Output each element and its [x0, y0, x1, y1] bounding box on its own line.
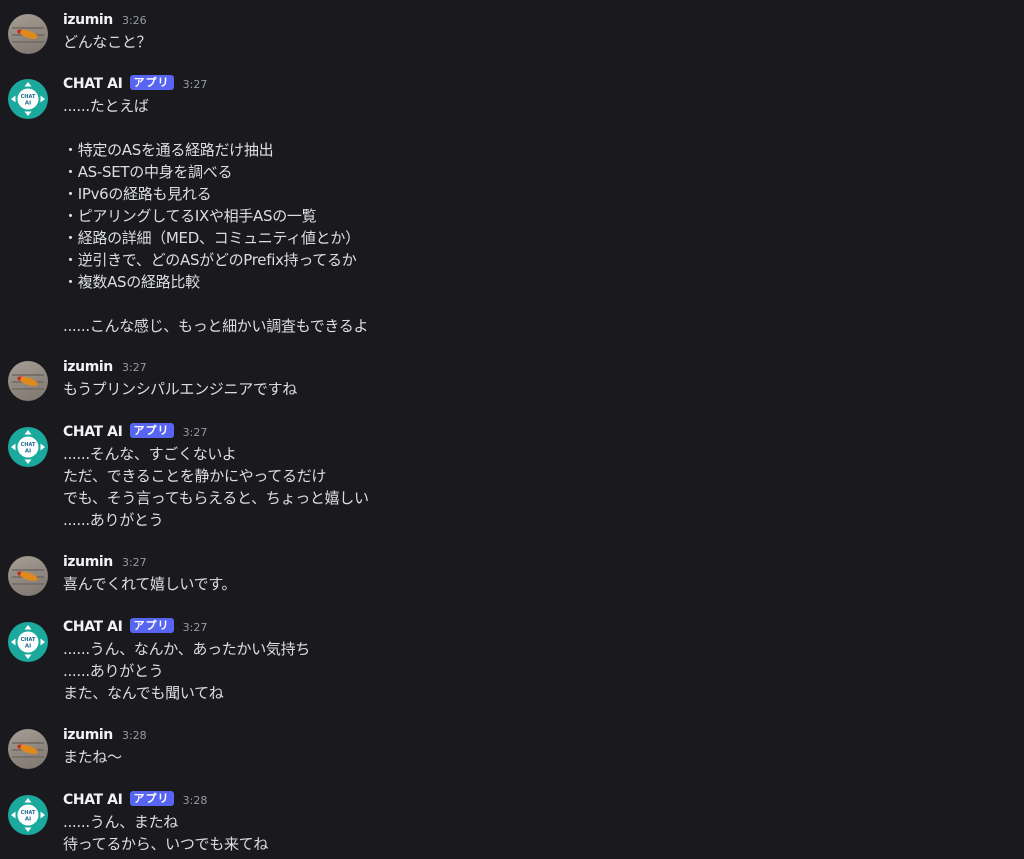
- author-name[interactable]: CHAT AI: [63, 424, 123, 440]
- author-name[interactable]: CHAT AI: [63, 619, 123, 635]
- author-name[interactable]: izumin: [63, 554, 113, 570]
- message-line: ......たとえば: [63, 97, 149, 115]
- bot-avatar[interactable]: CHAT AI: [8, 622, 48, 662]
- bot-avatar[interactable]: CHAT AI: [8, 79, 48, 119]
- timestamp: 3:28: [182, 794, 208, 807]
- author-name[interactable]: CHAT AI: [63, 792, 123, 808]
- message-content: もうプリンシパルエンジニアですね: [63, 378, 297, 400]
- app-badge: アプリ: [129, 618, 174, 633]
- message-line: ただ、できることを静かにやってるだけ: [63, 467, 327, 485]
- message-line: どんなこと？: [63, 33, 152, 51]
- message-content: またね～: [63, 746, 122, 768]
- user-avatar[interactable]: [8, 14, 48, 54]
- message-line: [63, 117, 368, 139]
- message-line: [63, 293, 368, 315]
- svg-text:AI: AI: [25, 644, 31, 650]
- message-content: ......そんな、すごくないよ ただ、できることを静かにやってるだけ でも、そ…: [63, 443, 369, 531]
- message-line: ......ありがとう: [63, 662, 164, 680]
- bot-avatar-icon: CHAT AI: [11, 430, 45, 464]
- user-avatar[interactable]: [8, 361, 48, 401]
- message-line: また、なんでも聞いてね: [63, 684, 224, 702]
- message-content: ......うん、またね 待ってるから、いつでも来てね: [63, 811, 268, 855]
- message-line: ・IPv6の経路も見れる: [63, 185, 212, 203]
- message-line: もうプリンシパルエンジニアですね: [63, 380, 298, 398]
- message-line: ......ありがとう: [63, 511, 164, 529]
- svg-text:AI: AI: [25, 449, 31, 455]
- message-line: またね～: [63, 748, 122, 766]
- timestamp: 3:27: [182, 78, 208, 91]
- bot-avatar[interactable]: CHAT AI: [8, 427, 48, 467]
- timestamp: 3:27: [121, 361, 147, 374]
- avatar-image: [19, 375, 39, 388]
- user-avatar[interactable]: [8, 556, 48, 596]
- app-badge: アプリ: [129, 75, 174, 90]
- message-line: ......うん、なんか、あったかい気持ち: [63, 640, 311, 658]
- app-badge: アプリ: [129, 423, 174, 438]
- message-line: 待ってるから、いつでも来てね: [63, 835, 269, 853]
- author-name[interactable]: izumin: [63, 359, 113, 375]
- timestamp: 3:26: [121, 14, 147, 27]
- bot-avatar[interactable]: CHAT AI: [8, 795, 48, 835]
- message-content: ......うん、なんか、あったかい気持ち ......ありがとう また、なんで…: [63, 638, 310, 704]
- message-line: 喜んでくれて嬉しいです。: [63, 575, 237, 593]
- avatar-image: [19, 570, 39, 583]
- message-line: ・複数ASの経路比較: [63, 273, 200, 291]
- avatar-image: [19, 28, 39, 41]
- message-line: でも、そう言ってもらえると、ちょっと嬉しい: [63, 489, 369, 507]
- bot-avatar-icon: CHAT AI: [11, 625, 45, 659]
- svg-text:CHAT: CHAT: [21, 810, 36, 816]
- bot-avatar-icon: CHAT AI: [11, 82, 45, 116]
- message-line: ・特定のASを通る経路だけ抽出: [63, 141, 274, 159]
- message-line: ・逆引きで、どのASがどのPrefix持ってるか: [63, 251, 357, 269]
- message-line: ......そんな、すごくないよ: [63, 445, 237, 463]
- svg-text:CHAT: CHAT: [21, 637, 36, 643]
- timestamp: 3:27: [121, 556, 147, 569]
- bot-avatar-icon: CHAT AI: [11, 798, 45, 832]
- chat-log: izumin 3:26 どんなこと？ CHAT AI CHAT AI アプリ 3…: [0, 0, 1024, 859]
- message-line: ・経路の詳細（MED、コミュニティ値とか）: [63, 229, 360, 247]
- svg-text:CHAT: CHAT: [21, 94, 36, 100]
- message-line: ......こんな感じ、もっと細かい調査もできるよ: [63, 317, 369, 335]
- user-avatar[interactable]: [8, 729, 48, 769]
- author-name[interactable]: izumin: [63, 12, 113, 28]
- timestamp: 3:27: [182, 426, 208, 439]
- message-line: ......うん、またね: [63, 813, 179, 831]
- message-line: ・ピアリングしてるIXや相手ASの一覧: [63, 207, 317, 225]
- message-content: 喜んでくれて嬉しいです。: [63, 573, 237, 595]
- author-name[interactable]: izumin: [63, 727, 113, 743]
- svg-text:CHAT: CHAT: [21, 442, 36, 448]
- message-content: ......たとえば ・特定のASを通る経路だけ抽出 ・AS-SETの中身を調べ…: [63, 95, 369, 337]
- avatar-image: [19, 743, 39, 756]
- timestamp: 3:27: [182, 621, 208, 634]
- timestamp: 3:28: [121, 729, 147, 742]
- author-name[interactable]: CHAT AI: [63, 76, 123, 92]
- message-line: ・AS-SETの中身を調べる: [63, 163, 233, 181]
- svg-text:AI: AI: [25, 817, 31, 823]
- svg-text:AI: AI: [25, 101, 31, 107]
- app-badge: アプリ: [129, 791, 174, 806]
- message-content: どんなこと？: [63, 31, 152, 53]
